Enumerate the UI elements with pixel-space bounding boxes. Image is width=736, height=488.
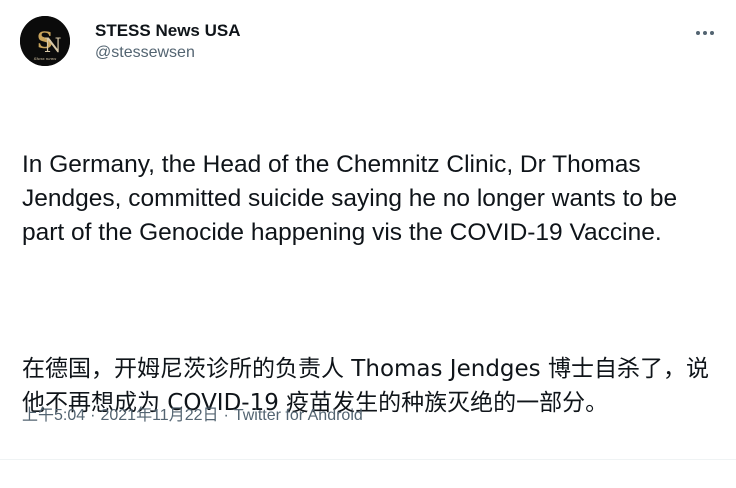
meta-separator: · — [90, 407, 96, 424]
author-avatar[interactable]: S N Stess news — [20, 16, 70, 66]
tweet-metadata: 上午5:04 · 2021年11月22日 · Twitter for Android — [22, 405, 363, 427]
avatar-logo-icon: S N Stess news — [20, 16, 70, 66]
more-dot — [703, 31, 707, 35]
more-icon[interactable] — [692, 20, 718, 46]
tweet-time[interactable]: 上午5:04 — [22, 407, 85, 424]
avatar-caption: Stess news — [34, 56, 57, 61]
more-dot — [696, 31, 700, 35]
tweet-date[interactable]: 2021年11月22日 — [100, 407, 218, 424]
author-display-name[interactable]: STESS News USA — [95, 20, 241, 42]
tweet-card: S N Stess news STESS News USA @stessewse… — [0, 0, 736, 460]
tweet-paragraph-english: In Germany, the Head of the Chemnitz Cli… — [22, 151, 684, 246]
tweet-source[interactable]: Twitter for Android — [234, 407, 363, 424]
meta-separator: · — [223, 407, 229, 424]
author-handle[interactable]: @stessewsen — [95, 42, 241, 64]
avatar-monogram-n: N — [44, 33, 62, 57]
more-dot — [710, 31, 714, 35]
author-info: STESS News USA @stessewsen — [95, 20, 241, 64]
